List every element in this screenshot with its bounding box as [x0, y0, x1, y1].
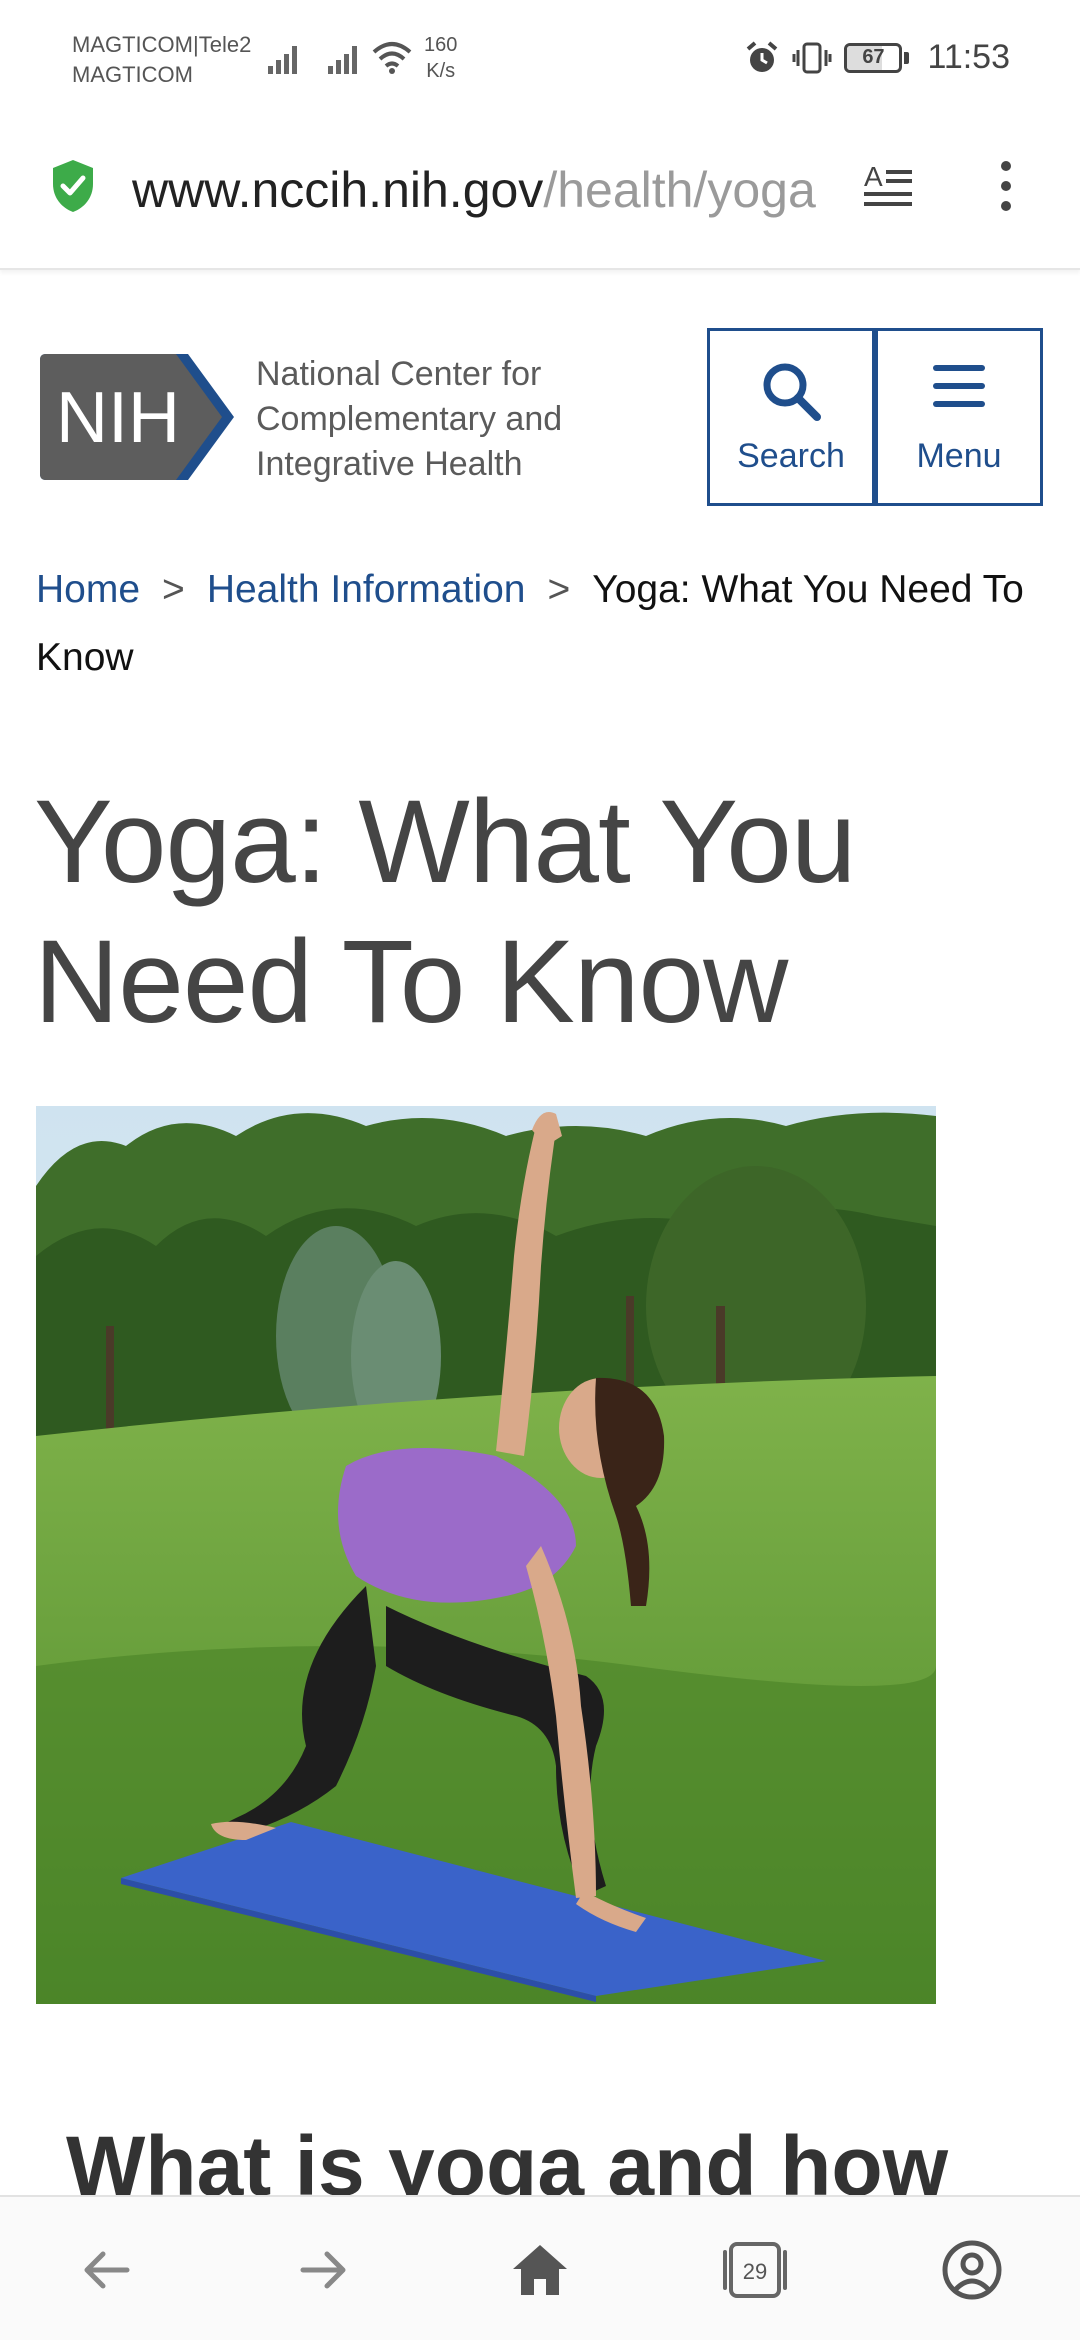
- nih-logo-text: NIH: [56, 378, 180, 458]
- status-bar: MAGTICOM|Tele2 MAGTICOM 160 K/s 67 11:53: [0, 0, 1080, 120]
- battery-icon: 67: [844, 42, 910, 73]
- svg-text:A: A: [864, 161, 883, 192]
- status-icons: 67 11:53: [744, 38, 1010, 77]
- vibrate-icon: [792, 42, 832, 73]
- signal-icon: [268, 46, 297, 74]
- forward-button[interactable]: [268, 2197, 378, 2340]
- overflow-menu-icon[interactable]: [996, 158, 1016, 214]
- carrier-info: MAGTICOM|Tele2 MAGTICOM: [72, 30, 251, 90]
- url-field[interactable]: www.nccih.nih.gov/health/yoga: [132, 158, 816, 222]
- battery-level: 67: [862, 46, 885, 68]
- yoga-hero-image: [36, 1106, 936, 2004]
- network-speed: 160 K/s: [424, 32, 457, 84]
- reader-mode-icon[interactable]: A: [862, 160, 914, 212]
- nih-logo[interactable]: NIH: [38, 352, 244, 482]
- breadcrumb-separator: >: [162, 568, 185, 611]
- shield-check-icon[interactable]: [50, 158, 96, 214]
- menu-button[interactable]: Menu: [875, 328, 1043, 506]
- account-button[interactable]: [917, 2197, 1027, 2340]
- org-name[interactable]: National Center for Complementary and In…: [256, 352, 636, 487]
- home-button[interactable]: [485, 2197, 595, 2340]
- alarm-icon: [747, 40, 778, 72]
- wifi-icon: [372, 42, 412, 74]
- clock: 11:53: [927, 38, 1010, 76]
- bottom-navigation: 29: [0, 2195, 1080, 2340]
- page-title: Yoga: What You Need To Know: [34, 776, 857, 1048]
- breadcrumb-home[interactable]: Home: [36, 568, 140, 611]
- search-button[interactable]: Search: [707, 328, 875, 506]
- search-label: Search: [737, 437, 845, 475]
- breadcrumb-health-information[interactable]: Health Information: [207, 568, 526, 611]
- tabs-icon: 29: [723, 2241, 787, 2298]
- address-bar: www.nccih.nih.gov/health/yoga A: [0, 120, 1080, 270]
- url-path: /health/yoga: [543, 162, 816, 218]
- tabs-button[interactable]: 29: [700, 2197, 810, 2340]
- tab-count: 29: [743, 2259, 767, 2284]
- forward-icon: [300, 2251, 346, 2288]
- back-icon: [84, 2251, 130, 2288]
- url-host: www.nccih.nih.gov: [132, 162, 544, 218]
- carrier-line-2: MAGTICOM: [72, 62, 193, 87]
- hamburger-icon: [933, 365, 985, 407]
- net-speed-unit: K/s: [426, 60, 456, 82]
- home-icon: [513, 2244, 567, 2295]
- net-speed-value: 160: [424, 34, 458, 56]
- back-button[interactable]: [52, 2197, 162, 2340]
- menu-label: Menu: [916, 437, 1002, 475]
- signal-icon: [328, 46, 357, 74]
- carrier-line-1: MAGTICOM|Tele2: [72, 32, 252, 57]
- account-icon: [942, 2240, 1002, 2299]
- breadcrumb-separator: >: [547, 568, 571, 611]
- breadcrumb: Home > Health Information > Yoga: What You N…: [36, 556, 1046, 692]
- search-icon: [763, 363, 821, 421]
